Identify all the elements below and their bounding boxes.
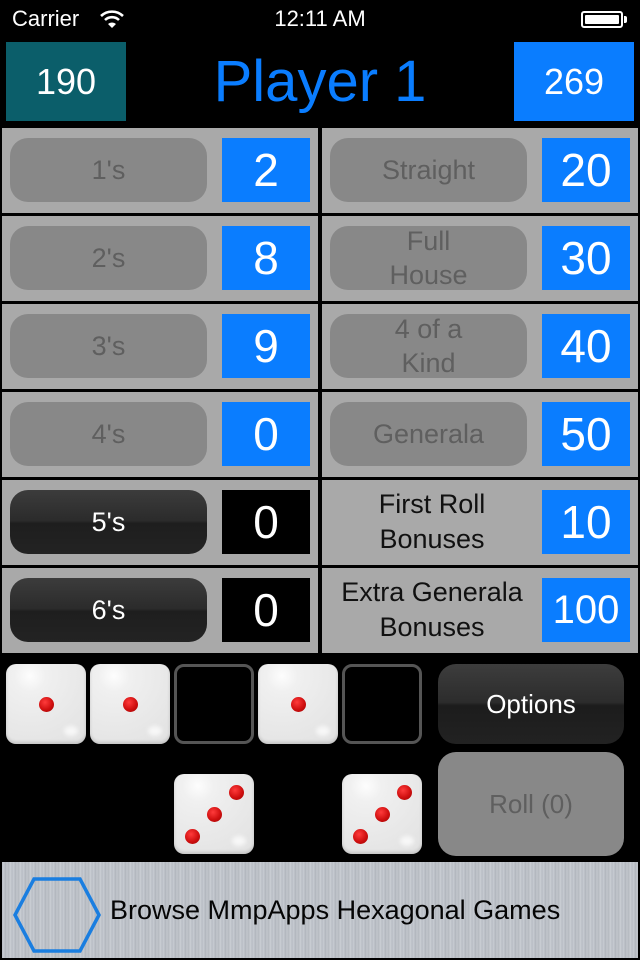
bonus-label: First Roll Bonuses [378, 489, 486, 554]
score-value: 0 [222, 578, 310, 642]
empty-die-slot [342, 664, 422, 744]
die-pip [206, 806, 222, 822]
browse-games-banner[interactable]: Browse MmpApps Hexagonal Games [2, 862, 638, 958]
score-row-upper: 3's 9 [2, 304, 318, 389]
category-button[interactable]: 3's [10, 314, 207, 378]
score-row-lower: Extra Generala Bonuses 100 [322, 568, 638, 653]
score-value: 9 [222, 314, 310, 378]
bonus-label: Extra Generala Bonuses [341, 577, 523, 642]
category-button[interactable]: 2's [10, 226, 207, 290]
die-pip [374, 806, 390, 822]
die-3-rolled[interactable] [342, 774, 422, 854]
score-row-upper: 5's 0 [2, 480, 318, 565]
category-button[interactable]: 4 of a Kind [330, 314, 527, 378]
player-title[interactable]: Player 1 [126, 46, 514, 118]
die-pip [122, 696, 138, 712]
score-value: 100 [542, 578, 630, 642]
score-row-upper: 6's 0 [2, 568, 318, 653]
die-1-held[interactable] [6, 664, 86, 744]
category-button[interactable]: 6's [10, 578, 207, 642]
hexagon-icon [13, 877, 101, 953]
die-pip [38, 696, 54, 712]
category-button[interactable]: Generala [330, 402, 527, 466]
score-value: 20 [542, 138, 630, 202]
clock: 12:11 AM [274, 6, 366, 31]
score-value: 8 [222, 226, 310, 290]
score-value: 2 [222, 138, 310, 202]
score-row-lower: Full House 30 [322, 216, 638, 301]
score-value: 30 [542, 226, 630, 290]
score-value: 0 [222, 402, 310, 466]
roll-button[interactable]: Roll (0) [438, 752, 624, 856]
die-pip [396, 784, 412, 800]
total-score-left: 190 [6, 42, 126, 121]
score-value: 0 [222, 490, 310, 554]
score-value: 50 [542, 402, 630, 466]
die-pip [184, 828, 200, 844]
category-button[interactable]: 5's [10, 490, 207, 554]
die-3-rolled[interactable] [174, 774, 254, 854]
battery-full-icon [581, 11, 623, 28]
score-row-upper: 1's 2 [2, 128, 318, 213]
score-value: 10 [542, 490, 630, 554]
die-pip [352, 828, 368, 844]
die-shine [232, 836, 246, 846]
category-button[interactable]: 1's [10, 138, 207, 202]
category-button[interactable]: Full House [330, 226, 527, 290]
score-row-lower: Straight 20 [322, 128, 638, 213]
die-shine [148, 726, 162, 736]
die-shine [400, 836, 414, 846]
banner-text: Browse MmpApps Hexagonal Games [110, 894, 561, 925]
score-row-lower: Generala 50 [322, 392, 638, 477]
empty-die-slot [174, 664, 254, 744]
score-row-lower: First Roll Bonuses 10 [322, 480, 638, 565]
die-pip [290, 696, 306, 712]
category-button[interactable]: Straight [330, 138, 527, 202]
die-pip [228, 784, 244, 800]
category-button[interactable]: 4's [10, 402, 207, 466]
score-row-upper: 4's 0 [2, 392, 318, 477]
die-1-held[interactable] [90, 664, 170, 744]
battery-tip [624, 16, 627, 23]
total-score-right: 269 [514, 42, 634, 121]
die-shine [316, 726, 330, 736]
options-button[interactable]: Options [438, 664, 624, 744]
score-row-upper: 2's 8 [2, 216, 318, 301]
die-1-held[interactable] [258, 664, 338, 744]
score-row-lower: 4 of a Kind 40 [322, 304, 638, 389]
die-shine [64, 726, 78, 736]
score-value: 40 [542, 314, 630, 378]
